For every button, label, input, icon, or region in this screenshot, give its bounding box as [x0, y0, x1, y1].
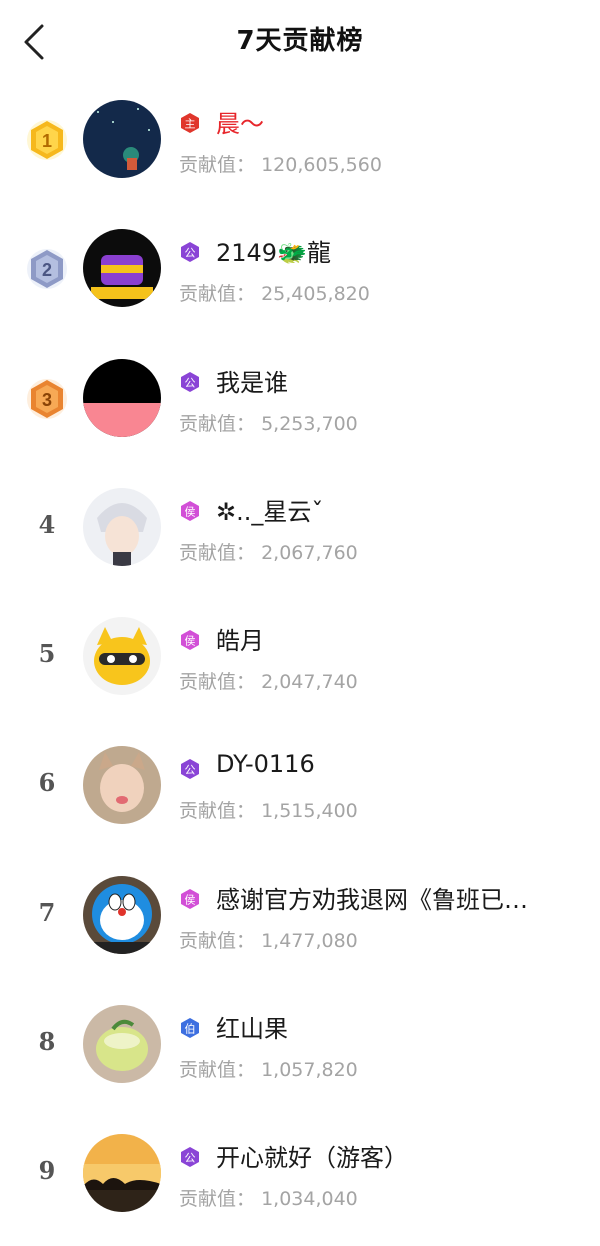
level-badge-icon: 公: [181, 1147, 199, 1168]
svg-text:公: 公: [185, 764, 196, 777]
user-avatar[interactable]: [83, 617, 161, 696]
silver-rank-badge-icon: 2: [27, 249, 67, 290]
level-badge-icon: 主: [181, 113, 199, 133]
sunset-avatar-icon: [83, 1134, 161, 1213]
contribution-value: 贡献值： 2,067,760: [179, 541, 358, 564]
user-name[interactable]: 皓月: [216, 621, 264, 656]
svg-text:侯: 侯: [185, 892, 196, 906]
rank-number: 1: [42, 131, 52, 151]
contribution-value: 贡献值： 2,047,740: [179, 671, 358, 694]
bronze-rank-badge-icon: 3: [27, 378, 67, 419]
contribution-value: 贡献值： 25,405,820: [179, 283, 370, 306]
user-avatar[interactable]: [83, 487, 161, 566]
user-avatar[interactable]: [83, 1005, 161, 1084]
contribution-value: 贡献值： 1,057,820: [179, 1059, 358, 1082]
level-badge-icon: 伯: [181, 1018, 199, 1039]
contribution-value: 贡献值： 120,605,560: [179, 154, 382, 176]
contribution-value: 贡献值： 1,477,080: [179, 929, 358, 952]
baby-cat-avatar-icon: [83, 746, 161, 825]
rank-number: 3: [42, 390, 52, 410]
user-avatar[interactable]: [83, 875, 161, 954]
user-name[interactable]: 我是谁: [216, 363, 288, 398]
anime-boy-avatar-icon: [83, 487, 161, 566]
user-avatar[interactable]: [83, 358, 161, 437]
list-item[interactable]: 9 公 开心就好（游客） 贡献值： 1,034,040: [0, 1116, 600, 1245]
list-item[interactable]: 8 伯 红山果 贡献值： 1,057,820: [0, 987, 600, 1116]
page-title: 7天贡献榜: [236, 26, 364, 56]
svg-text:伯: 伯: [185, 1022, 196, 1036]
rank-number: 5: [38, 639, 56, 669]
drink-avatar-icon: [83, 1005, 161, 1084]
doraemon-avatar-icon: [83, 875, 161, 954]
user-name[interactable]: 晨～: [216, 104, 264, 139]
level-badge-icon: 公: [181, 371, 199, 392]
level-badge-icon: 侯: [181, 630, 199, 651]
svg-text:侯: 侯: [185, 634, 196, 648]
black-pink-avatar-icon: [83, 358, 161, 437]
user-avatar[interactable]: [83, 229, 161, 308]
rank-number: 9: [38, 1156, 56, 1186]
svg-text:侯: 侯: [185, 504, 196, 518]
night-sky-avatar-icon: [83, 100, 161, 178]
rank-number: 6: [38, 768, 56, 798]
user-avatar[interactable]: [83, 1134, 161, 1213]
list-item[interactable]: 3 公 我是谁 贡献值： 5,253,700: [0, 341, 600, 470]
user-avatar[interactable]: [83, 746, 161, 825]
user-name[interactable]: 开心就好（游客）: [216, 1138, 408, 1173]
svg-text:公: 公: [185, 376, 196, 389]
list-item[interactable]: 1 主 晨～ 贡献值： 120,605,560: [0, 82, 600, 211]
user-name[interactable]: ✲.._星云ˇ: [216, 492, 323, 527]
list-item[interactable]: 6 公 DY-0116 贡献值： 1,515,400: [0, 728, 600, 857]
svg-text:公: 公: [185, 1152, 196, 1165]
svg-text:主: 主: [185, 118, 196, 131]
user-name[interactable]: 红山果: [216, 1009, 288, 1044]
level-badge-icon: 侯: [181, 500, 199, 521]
level-badge-icon: 公: [181, 242, 199, 263]
rank-number: 4: [38, 509, 56, 539]
user-name[interactable]: 感谢官方劝我退网《鲁班已…: [216, 880, 528, 915]
user-name[interactable]: 2149🐲龍: [216, 233, 331, 268]
header-bar: 7天贡献榜: [0, 0, 600, 82]
rank-number: 7: [38, 897, 56, 927]
contribution-value: 贡献值： 5,253,700: [179, 412, 358, 435]
rank-number: 2: [42, 260, 52, 280]
contribution-value: 贡献值： 1,515,400: [179, 800, 358, 823]
list-item[interactable]: 4 侯 ✲.._星云ˇ 贡献值： 2,067,760: [0, 470, 600, 599]
gold-rank-badge-icon: 1: [27, 120, 67, 160]
user-name[interactable]: DY-0116: [216, 750, 315, 778]
contribution-value: 贡献值： 1,034,040: [179, 1188, 358, 1211]
list-item[interactable]: 2 公 2149🐲龍 贡献值： 25,405,820: [0, 211, 600, 340]
raccoon-avatar-icon: [83, 617, 161, 696]
list-item[interactable]: 5 侯 皓月 贡献值： 2,047,740: [0, 599, 600, 728]
treasure-chest-avatar-icon: [83, 229, 161, 308]
level-badge-icon: 侯: [181, 888, 199, 909]
user-avatar[interactable]: [83, 100, 161, 178]
svg-text:公: 公: [185, 247, 196, 260]
level-badge-icon: 公: [181, 759, 199, 780]
ranking-list: 1 主 晨～ 贡献值： 120,605,560 2 公 2149🐲龍 贡献值： …: [0, 82, 600, 1246]
list-item[interactable]: 7 侯 感谢官方劝我退网《鲁班已… 贡献值： 1,477,080: [0, 858, 600, 987]
rank-number: 8: [38, 1027, 56, 1057]
